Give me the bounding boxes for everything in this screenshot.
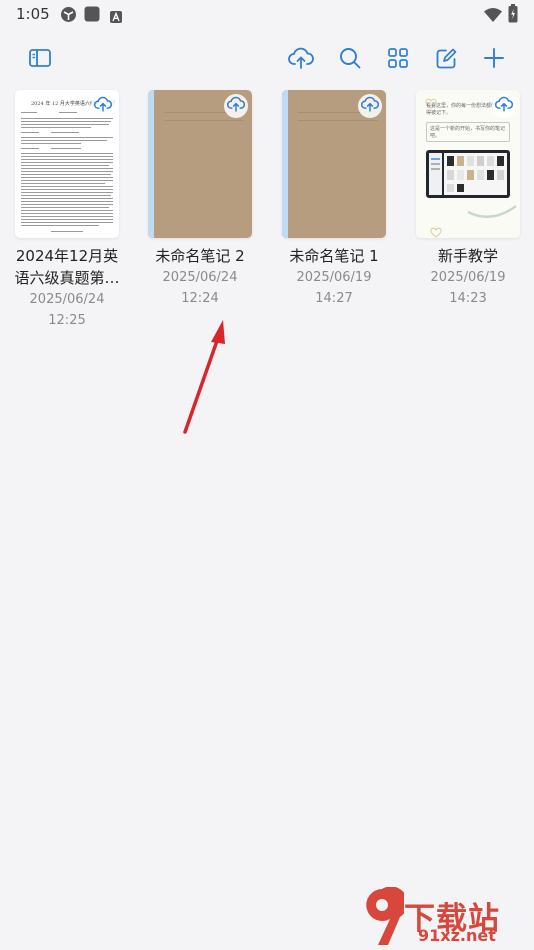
- cover-text: 这是一个新的开始，书写你的笔记吧。: [430, 126, 506, 139]
- add-notebook-button[interactable]: [479, 45, 509, 75]
- swoosh-doodle: [466, 202, 518, 224]
- notebook-date: 2025/06/19: [430, 270, 506, 285]
- cloud-upload-icon: [226, 96, 246, 116]
- watermark-logo-icon: [360, 886, 408, 950]
- grid-view-button[interactable]: [383, 45, 413, 75]
- cloud-upload-icon: [93, 96, 113, 116]
- notebook-card[interactable]: 未命名笔记 2 2025/06/24 12:24: [148, 90, 252, 309]
- notebook-card[interactable]: 看看这里，你的每一份想法都值得被记下。 这是一个新的开始，书写你的笔记吧。 新手…: [416, 90, 520, 309]
- sidebar-toggle-button[interactable]: [25, 45, 55, 75]
- search-icon: [339, 47, 361, 73]
- notebook-time: 12:25: [48, 313, 86, 328]
- cover-spine: [282, 90, 288, 238]
- watermark-url: 91xz.net: [418, 926, 496, 945]
- notebook-card[interactable]: 2024 年 12 月大学英语六级考试真题 2024年12月英语六级真题第… 2…: [14, 90, 120, 331]
- notebook-date: 2025/06/19: [296, 270, 372, 285]
- notebook-date: 2025/06/24: [29, 292, 105, 307]
- edit-button[interactable]: [431, 45, 461, 75]
- heart-doodle-icon: [430, 223, 442, 238]
- cloud-upload-icon: [288, 47, 314, 73]
- notebook-title: 未命名笔记 2: [155, 247, 245, 265]
- notebook-time: 14:23: [449, 291, 487, 306]
- notebook-cover[interactable]: 看看这里，你的每一份想法都值得被记下。 这是一个新的开始，书写你的笔记吧。: [416, 90, 520, 238]
- sync-badge: [492, 94, 516, 118]
- cover-text: 看看这里，你的每一份想法都值得被记下。: [426, 103, 497, 116]
- wifi-icon: [484, 7, 502, 26]
- status-time: 1:05: [16, 5, 50, 23]
- cloud-sync-button[interactable]: [286, 45, 316, 75]
- status-bar: 1:05: [0, 0, 534, 30]
- search-button[interactable]: [335, 45, 365, 75]
- notebook-date: 2025/06/24: [162, 270, 238, 285]
- cover-spine: [148, 90, 154, 238]
- sync-badge: [91, 94, 115, 118]
- annotation-arrow: [183, 320, 225, 434]
- edit-icon: [436, 48, 457, 73]
- add-icon: [484, 48, 504, 72]
- notebook-cover[interactable]: [282, 90, 386, 238]
- notebook-title: 新手教学: [437, 247, 498, 265]
- battery-icon: [508, 4, 518, 27]
- screenshot-preview: [426, 150, 510, 198]
- notebook-card[interactable]: 未命名笔记 1 2025/06/19 14:27: [282, 90, 386, 309]
- vpn-icon: [60, 6, 77, 27]
- notebook-time: 14:27: [315, 291, 353, 306]
- notebook-title: 2024年12月英语六级真题第…: [14, 247, 120, 287]
- sync-badge: [358, 94, 382, 118]
- notebook-title: 未命名笔记 1: [289, 247, 379, 265]
- sync-badge: [224, 94, 248, 118]
- notebook-cover[interactable]: [148, 90, 252, 238]
- cloud-upload-icon: [360, 96, 380, 116]
- a-badge-icon: [110, 8, 122, 27]
- cloud-upload-icon: [494, 96, 514, 116]
- sidebar-icon: [29, 49, 51, 71]
- notebook-cover[interactable]: 2024 年 12 月大学英语六级考试真题: [15, 90, 119, 238]
- app-square-icon: [84, 6, 100, 26]
- grid-view-icon: [388, 48, 408, 72]
- notebook-time: 12:24: [181, 291, 219, 306]
- cover-note-box: 这是一个新的开始，书写你的笔记吧。: [426, 122, 510, 142]
